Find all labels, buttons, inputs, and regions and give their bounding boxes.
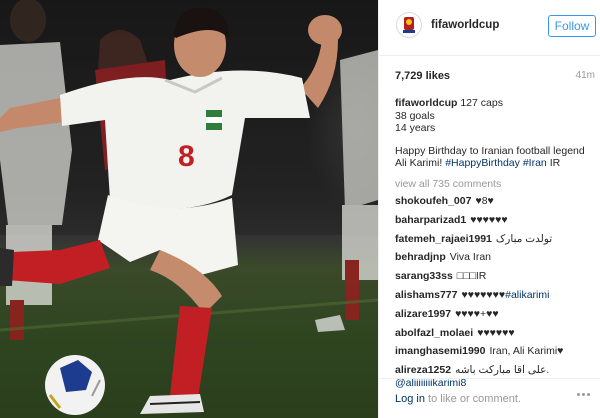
post-header: fifaworldcup Follow xyxy=(379,0,600,56)
caption-username[interactable]: fifaworldcup xyxy=(395,97,457,109)
soccer-ball xyxy=(45,355,105,415)
comment-username[interactable]: abolfazl_molaei xyxy=(395,327,473,339)
comment-username[interactable]: fatemeh_rajaei1991 xyxy=(395,233,492,245)
post-timestamp[interactable]: 41m xyxy=(576,70,595,81)
comment: alizare1997 ♥♥♥♥+♥♥ xyxy=(395,308,599,327)
view-all-comments-link[interactable]: view all 735 comments xyxy=(395,178,501,190)
caption-years: 14 years xyxy=(395,122,436,134)
comment-username[interactable]: imanghasemi1990 xyxy=(395,345,485,357)
comment: behradjnp Viva Iran xyxy=(395,251,599,270)
comment: imanghasemi1990 Iran, Ali Karimi♥ xyxy=(395,345,599,364)
comment-list: shokoufeh_007 ♥8♥ baharparizad1 ♥♥♥♥♥♥ fat… xyxy=(395,195,599,392)
comment-text: ♥♥♥♥+♥♥ xyxy=(455,307,499,320)
avatar[interactable] xyxy=(396,12,422,38)
fifa-logo-icon xyxy=(403,17,415,33)
flag-emoji: IR xyxy=(549,157,561,169)
comment-username[interactable]: baharparizad1 xyxy=(395,214,466,226)
likes-count[interactable]: 7,729 likes xyxy=(395,70,450,82)
login-prompt: Log in to like or comment. xyxy=(395,393,521,405)
caption-caps: 127 caps xyxy=(460,97,503,109)
comment-text: علی آقا مبارکت باشه. xyxy=(455,364,550,377)
comment-text: ♥♥♥♥♥♥♥ xyxy=(461,288,506,301)
football-player-illustration: 8 xyxy=(0,0,378,415)
post-photo[interactable]: 8 xyxy=(0,0,378,418)
login-link[interactable]: Log in xyxy=(395,393,425,405)
comment-text: □□□IR xyxy=(456,270,487,283)
caption-message-block: Happy Birthday to Iranian football legen… xyxy=(395,145,595,170)
comment-username[interactable]: shokoufeh_007 xyxy=(395,195,471,207)
comment-text: ♥8♥ xyxy=(475,195,494,207)
comment-text: Viva Iran xyxy=(449,251,492,264)
comment-username[interactable]: alishams777 xyxy=(395,289,457,301)
comment: baharparizad1 ♥♥♥♥♥♥ xyxy=(395,214,599,233)
comment-text: ♥♥♥♥♥♥ xyxy=(470,213,508,226)
follow-button[interactable]: Follow xyxy=(548,15,596,37)
account-handle[interactable]: fifaworldcup xyxy=(431,19,499,31)
caption-goals: 38 goals xyxy=(395,109,435,122)
post-footer: Log in to like or comment. xyxy=(379,378,600,418)
comment-text: ♥♥♥♥♥♥ xyxy=(477,326,515,339)
login-prompt-text: to like or comment. xyxy=(424,393,521,405)
comment: shokoufeh_007 ♥8♥ xyxy=(395,195,599,214)
hashtag-iran[interactable]: #Iran xyxy=(523,157,547,169)
comment: abolfazl_molaei ♥♥♥♥♥♥ xyxy=(395,327,599,346)
comment-username[interactable]: behradjnp xyxy=(395,251,446,263)
comment-hashtag[interactable]: #alikarimi xyxy=(505,289,549,301)
svg-text:8: 8 xyxy=(178,140,195,173)
comment: sarang33ss □□□IR xyxy=(395,270,599,289)
comment-username[interactable]: alizare1997 xyxy=(395,308,451,320)
caption-line: fifaworldcup 127 caps xyxy=(395,97,595,110)
comment-text: Iran, Ali Karimi♥ xyxy=(489,345,564,358)
comment-username[interactable]: sarang33ss xyxy=(395,270,453,282)
more-options-icon[interactable] xyxy=(577,393,593,403)
post-caption: fifaworldcup 127 caps 38 goals 14 years … xyxy=(395,97,595,170)
post-sidebar: fifaworldcup Follow 7,729 likes 41m fifa… xyxy=(378,0,600,418)
comment: fatemeh_rajaei1991 تولدت مبارک xyxy=(395,233,599,252)
hashtag-happybirthday[interactable]: #HappyBirthday xyxy=(445,157,520,169)
comment-text: تولدت مبارک xyxy=(495,232,553,245)
comment-username[interactable]: alireza1252 xyxy=(395,364,451,376)
comment: alishams777 ♥♥♥♥♥♥♥#alikarimi xyxy=(395,289,599,308)
